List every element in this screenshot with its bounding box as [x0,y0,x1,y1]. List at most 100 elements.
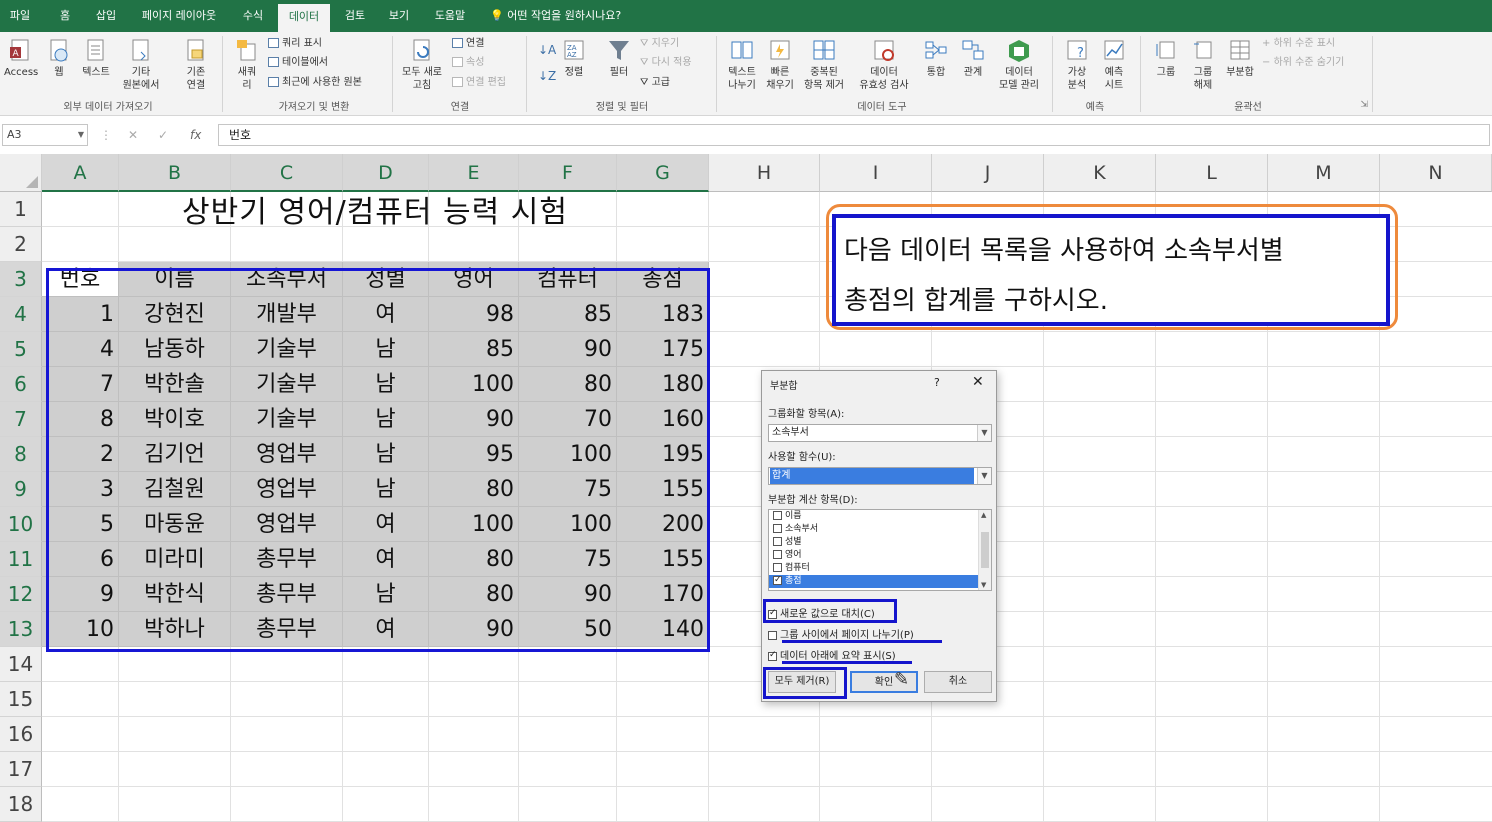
summary-below-checkbox[interactable] [768,650,777,661]
field-item[interactable]: 소속부서 [769,523,991,536]
cell-a10[interactable]: 5 [42,507,119,542]
tab-data[interactable]: 데이터 [278,4,330,32]
column-header-n[interactable]: N [1380,154,1492,192]
column-header-h[interactable]: H [709,154,820,192]
cell-g5[interactable]: 175 [617,332,709,367]
cell-f13[interactable]: 50 [519,612,617,647]
connections-button[interactable]: 연결 [452,36,484,52]
cell-d5[interactable]: 남 [343,332,429,367]
column-header-e[interactable]: E [429,154,519,192]
tab-review[interactable]: 검토 [336,0,374,32]
cell-d4[interactable]: 여 [343,297,429,332]
cell-g7[interactable]: 160 [617,402,709,437]
cell-b4[interactable]: 강현진 [119,297,231,332]
column-header-b[interactable]: B [119,154,231,192]
group-button[interactable]: 그룹 [1148,38,1184,79]
from-access-button[interactable]: A Access [4,38,38,79]
close-icon[interactable]: ✕ [972,374,984,390]
cell-d3[interactable]: 성별 [343,262,429,297]
name-box[interactable]: A3 ▼ [2,124,88,146]
cell-g10[interactable]: 200 [617,507,709,542]
cell-c4[interactable]: 개발부 [231,297,343,332]
cell-a13[interactable]: 10 [42,612,119,647]
field-item[interactable]: 컴퓨터 [769,562,991,575]
cell-d11[interactable]: 여 [343,542,429,577]
sheet-title[interactable]: 상반기 영어/컴퓨터 능력 시험 [42,192,708,230]
cell-c13[interactable]: 총무부 [231,612,343,647]
name-box-dropdown-icon[interactable]: ▼ [78,125,84,145]
cell-e13[interactable]: 90 [429,612,519,647]
cell-e7[interactable]: 90 [429,402,519,437]
cell-c11[interactable]: 총무부 [231,542,343,577]
row-header-1[interactable]: 1 [0,192,42,227]
show-detail-button[interactable]: + 하위 수준 표시 [1262,36,1335,52]
cell-g13[interactable]: 140 [617,612,709,647]
row-header-13[interactable]: 13 [0,612,42,647]
formula-input[interactable]: 번호 [218,124,1490,146]
cell-f4[interactable]: 85 [519,297,617,332]
field-item[interactable]: 이름 [769,510,991,523]
tab-insert[interactable]: 삽입 [88,0,124,32]
from-text-button[interactable]: 텍스트 [78,38,114,79]
cell-c3[interactable]: 소속부서 [231,262,343,297]
cell-g4[interactable]: 183 [617,297,709,332]
cell-e10[interactable]: 100 [429,507,519,542]
cell-c9[interactable]: 영업부 [231,472,343,507]
cell-c6[interactable]: 기술부 [231,367,343,402]
hide-detail-button[interactable]: − 하위 수준 숨기기 [1262,55,1344,71]
row-header-3[interactable]: 3 [0,262,42,297]
row-header-10[interactable]: 10 [0,507,42,542]
row-header-7[interactable]: 7 [0,402,42,437]
consolidate-button[interactable]: 통합 [920,38,952,79]
tab-home[interactable]: 홈 [48,0,82,32]
cell-d10[interactable]: 여 [343,507,429,542]
cell-g8[interactable]: 195 [617,437,709,472]
advanced-filter-button[interactable]: ⛛ 고급 [640,75,670,91]
row-header-5[interactable]: 5 [0,332,42,367]
cell-a5[interactable]: 4 [42,332,119,367]
cell-f12[interactable]: 90 [519,577,617,612]
cell-a9[interactable]: 3 [42,472,119,507]
row-header-8[interactable]: 8 [0,437,42,472]
list-scrollbar[interactable]: ▲ ▼ [978,510,991,590]
cell-f3[interactable]: 컴퓨터 [519,262,617,297]
column-header-f[interactable]: F [519,154,617,192]
what-if-analysis-button[interactable]: ? 가상 분석 [1058,38,1096,92]
cancel-entry-icon[interactable]: ✕ [128,124,138,146]
column-header-a[interactable]: A [42,154,119,192]
cell-d7[interactable]: 남 [343,402,429,437]
row-header-14[interactable]: 14 [0,647,42,682]
cell-c5[interactable]: 기술부 [231,332,343,367]
row-header-17[interactable]: 17 [0,752,42,787]
cell-f7[interactable]: 70 [519,402,617,437]
from-web-button[interactable]: 웹 [44,38,74,79]
cell-c7[interactable]: 기술부 [231,402,343,437]
row-header-11[interactable]: 11 [0,542,42,577]
row-header-15[interactable]: 15 [0,682,42,717]
flash-fill-button[interactable]: 빠른 채우기 [762,38,798,92]
chevron-down-icon[interactable]: ▼ [977,425,991,441]
existing-connections-button[interactable]: 기존 연결 [176,38,216,92]
sort-ascending-button[interactable]: ↓A [538,42,556,58]
tab-formulas[interactable]: 수식 [234,0,272,32]
cell-g12[interactable]: 170 [617,577,709,612]
cell-g3[interactable]: 총점 [617,262,709,297]
cell-b9[interactable]: 김철원 [119,472,231,507]
row-header-12[interactable]: 12 [0,577,42,612]
cell-d9[interactable]: 남 [343,472,429,507]
from-table-button[interactable]: 테이블에서 [268,55,328,71]
cell-d6[interactable]: 남 [343,367,429,402]
tab-file[interactable]: 파일 [0,0,40,32]
group-by-select[interactable]: 소속부서 ▼ [768,424,992,442]
remove-duplicates-button[interactable]: 중복된 항목 제거 [798,38,850,92]
subtotal-button[interactable]: 부분합 [1222,38,1258,79]
formula-bar-splitter-icon[interactable]: ⋮ [100,124,112,146]
edit-links-button[interactable]: 연결 편집 [452,75,506,91]
summary-below-option[interactable]: 데이터 아래에 요약 표시(S) [768,647,896,662]
row-header-2[interactable]: 2 [0,227,42,262]
ungroup-button[interactable]: 그룹 해제 [1186,38,1220,92]
cell-c8[interactable]: 영업부 [231,437,343,472]
cell-e9[interactable]: 80 [429,472,519,507]
new-query-button[interactable]: 새쿼 리 [230,38,264,92]
cell-f9[interactable]: 75 [519,472,617,507]
